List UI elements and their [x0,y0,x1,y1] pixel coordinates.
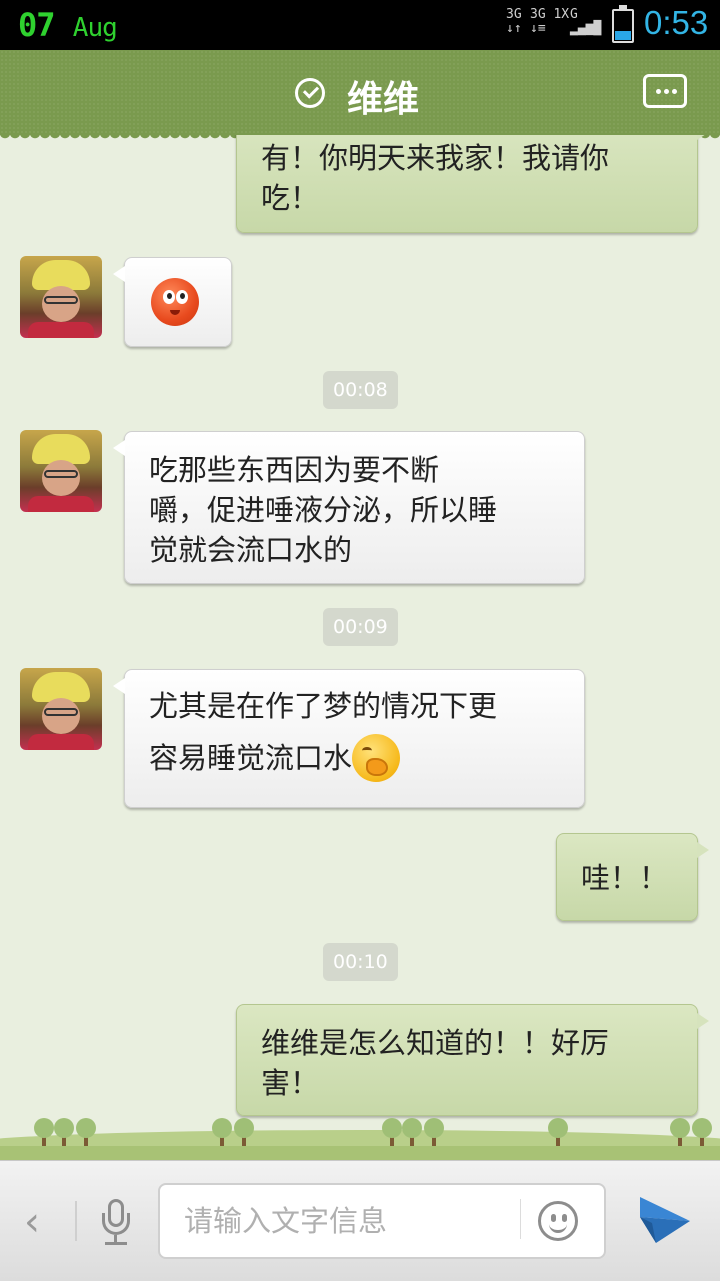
status-date-month: Aug [72,13,118,43]
more-menu-button[interactable] [643,74,687,108]
message-bubble-incoming[interactable] [113,257,232,347]
message-text: 容易睡觉流口水 [149,741,353,775]
message-text: 嚼，促进唾液分泌，所以睡 [149,493,498,527]
message-timestamp: 00:09 [323,608,398,646]
message-bubble-outgoing[interactable]: 哇！！ [556,833,709,921]
status-time: 0:53 [644,4,709,41]
chat-message-list[interactable]: 有！你明天来我家！我请你 吃！ 00:08 吃那些东西因为要不断 嚼，促进唾液分… [0,135,720,1160]
check-circle-icon [295,78,325,108]
message-bubble-incoming[interactable]: 尤其是在作了梦的情况下更 容易睡觉流口水 [113,669,585,808]
message-timestamp: 00:10 [323,943,398,981]
chat-title: 维维 [347,79,420,120]
network-3g-icon: 3G ↓↑ [506,7,522,36]
smiley-icon[interactable] [538,1201,578,1241]
message-timestamp: 00:08 [323,371,398,409]
contact-avatar[interactable] [20,430,102,512]
divider [75,1201,77,1241]
chat-header: 维维 [0,50,720,141]
status-date: 07 Aug [18,6,118,44]
message-text: 害！ [261,1066,320,1100]
message-bubble-outgoing[interactable]: 维维是怎么知道的！！好厉 害！ [236,1004,709,1116]
message-text: 维维是怎么知道的！！好厉 [261,1026,610,1060]
contact-avatar[interactable] [20,256,102,338]
message-text: 哇！！ [581,861,669,895]
network-g-icon: G ▂▄▆█ [570,7,602,36]
microphone-icon[interactable] [98,1197,134,1247]
paper-plane-icon[interactable] [638,1195,692,1245]
status-bar: 07 Aug 3G ↓↑ 3G 1X ↓≡ G ▂▄▆█ 0:53 [0,0,720,50]
message-text: 有！你明天来我家！我请你 [261,141,610,175]
battery-icon [612,5,634,43]
network-3g-1x-icon: 3G 1X ↓≡ [530,7,570,36]
message-bubble-outgoing[interactable]: 有！你明天来我家！我请你 吃！ [236,135,709,233]
blush-emoji-icon [151,278,199,326]
message-bubble-incoming[interactable]: 吃那些东西因为要不断 嚼，促进唾液分泌，所以睡 觉就会流口水的 [113,431,585,584]
status-date-day: 07 [18,6,56,44]
background-scenery [0,1105,720,1160]
message-input-bar: ‹ 请输入文字信息 [0,1160,720,1281]
contact-avatar[interactable] [20,668,102,750]
message-text: 吃！ [261,181,320,215]
message-text: 吃那些东西因为要不断 [149,453,440,487]
giggle-emoji-icon [352,734,401,782]
message-text: 尤其是在作了梦的情况下更 [149,689,498,723]
chevron-left-icon[interactable]: ‹ [24,1199,40,1245]
divider [520,1199,521,1239]
message-input-placeholder: 请输入文字信息 [184,1204,388,1238]
message-text: 觉就会流口水的 [149,533,353,567]
